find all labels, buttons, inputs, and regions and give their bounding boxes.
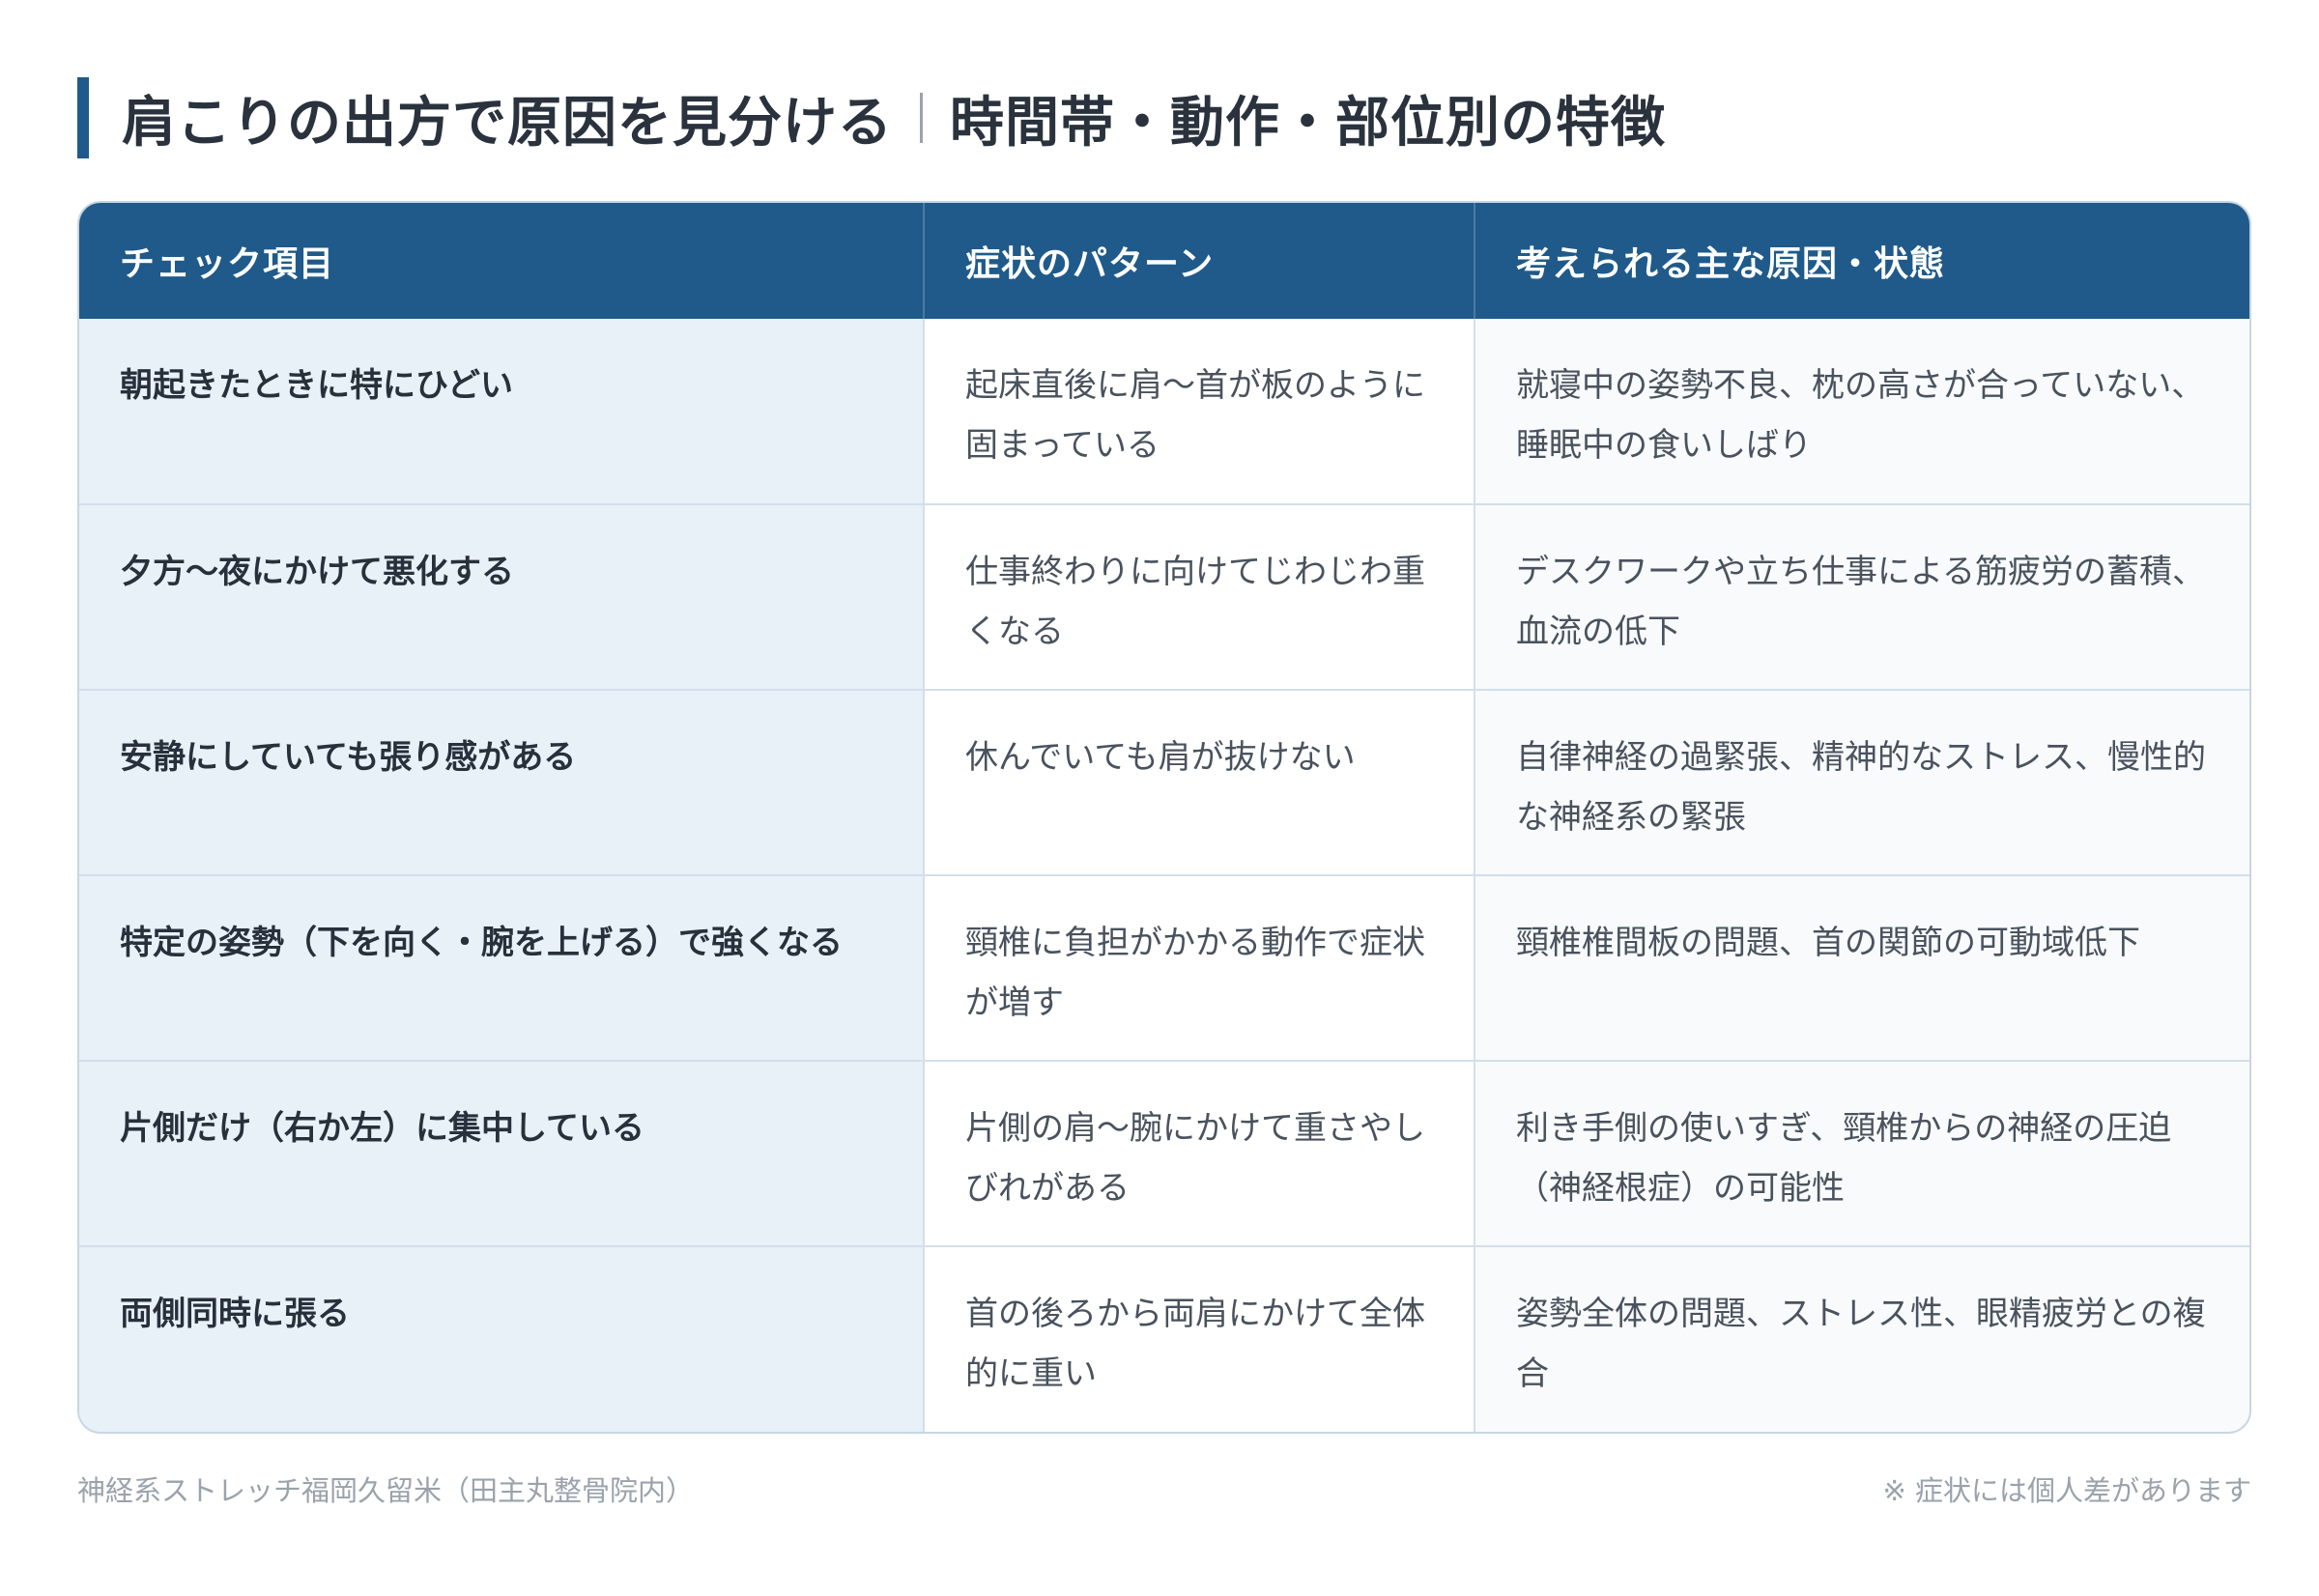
- symptom-pattern-cell: 仕事終わりに向けてじわじわ重くなる: [924, 503, 1475, 690]
- possible-cause-cell: 利き手側の使いすぎ、頸椎からの神経の圧迫（神経根症）の可能性: [1474, 1060, 2249, 1246]
- check-item-cell: 両側同時に張る: [79, 1245, 925, 1432]
- title-accent-bar: [77, 77, 89, 158]
- table-row: 朝起きたときに特にひどい 起床直後に肩〜首が板のように固まっている 就寝中の姿勢…: [79, 319, 2249, 504]
- table-row: 夕方〜夜にかけて悪化する 仕事終わりに向けてじわじわ重くなる デスクワークや立ち…: [79, 503, 2249, 690]
- source-credit: 神経系ストレッチ福岡久留米（田主丸整骨院内）: [77, 1474, 695, 1507]
- symptom-pattern-cell: 休んでいても肩が抜けない: [924, 689, 1475, 875]
- check-item-cell: 特定の姿勢（下を向く・腕を上げる）で強くなる: [79, 874, 925, 1061]
- table-header: チェック項目 症状のパターン 考えられる主な原因・状態: [79, 203, 2249, 319]
- possible-cause-cell: 就寝中の姿勢不良、枕の高さが合っていない、睡眠中の食いしばり: [1474, 319, 2249, 504]
- symptom-pattern-cell: 起床直後に肩〜首が板のように固まっている: [924, 319, 1475, 504]
- possible-cause-cell: 姿勢全体の問題、ストレス性、眼精疲労との複合: [1474, 1245, 2249, 1432]
- header-symptom-pattern: 症状のパターン: [924, 203, 1475, 319]
- header-row: チェック項目 症状のパターン 考えられる主な原因・状態: [79, 203, 2249, 319]
- symptom-table-container: チェック項目 症状のパターン 考えられる主な原因・状態 朝起きたときに特にひどい…: [77, 201, 2251, 1434]
- title-divider: [920, 93, 923, 143]
- symptom-table: チェック項目 症状のパターン 考えられる主な原因・状態 朝起きたときに特にひどい…: [79, 203, 2249, 1432]
- table-row: 両側同時に張る 首の後ろから両肩にかけて全体的に重い 姿勢全体の問題、ストレス性…: [79, 1245, 2249, 1432]
- check-item-cell: 片側だけ（右か左）に集中している: [79, 1060, 925, 1246]
- table-body: 朝起きたときに特にひどい 起床直後に肩〜首が板のように固まっている 就寝中の姿勢…: [79, 319, 2249, 1432]
- possible-cause-cell: デスクワークや立ち仕事による筋疲労の蓄積、血流の低下: [1474, 503, 2249, 690]
- symptom-pattern-cell: 首の後ろから両肩にかけて全体的に重い: [924, 1245, 1475, 1432]
- table-row: 特定の姿勢（下を向く・腕を上げる）で強くなる 頸椎に負担がかかる動作で症状が増す…: [79, 874, 2249, 1061]
- header-possible-cause: 考えられる主な原因・状態: [1474, 203, 2249, 319]
- symptom-pattern-cell: 片側の肩〜腕にかけて重さやしびれがある: [924, 1060, 1475, 1246]
- page-subtitle: 時間帯・動作・部位別の特徴: [950, 91, 1666, 155]
- possible-cause-cell: 頸椎椎間板の問題、首の関節の可動域低下: [1474, 874, 2249, 1061]
- disclaimer-note: ※ 症状には個人差があります: [1882, 1474, 2251, 1507]
- table-row: 片側だけ（右か左）に集中している 片側の肩〜腕にかけて重さやしびれがある 利き手…: [79, 1060, 2249, 1246]
- title-row: 肩こりの出方で原因を見分ける 時間帯・動作・部位別の特徴: [77, 77, 2251, 158]
- page-title: 肩こりの出方で原因を見分ける: [122, 91, 893, 155]
- footer: 神経系ストレッチ福岡久留米（田主丸整骨院内） ※ 症状には個人差があります: [77, 1468, 2251, 1509]
- possible-cause-cell: 自律神経の過緊張、精神的なストレス、慢性的な神経系の緊張: [1474, 689, 2249, 875]
- page: 肩こりの出方で原因を見分ける 時間帯・動作・部位別の特徴 チェック項目 症状のパ…: [77, 77, 2251, 1509]
- symptom-pattern-cell: 頸椎に負担がかかる動作で症状が増す: [924, 874, 1475, 1061]
- check-item-cell: 安静にしていても張り感がある: [79, 689, 925, 875]
- header-check-item: チェック項目: [79, 203, 925, 319]
- table-row: 安静にしていても張り感がある 休んでいても肩が抜けない 自律神経の過緊張、精神的…: [79, 689, 2249, 875]
- check-item-cell: 朝起きたときに特にひどい: [79, 319, 925, 504]
- check-item-cell: 夕方〜夜にかけて悪化する: [79, 503, 925, 690]
